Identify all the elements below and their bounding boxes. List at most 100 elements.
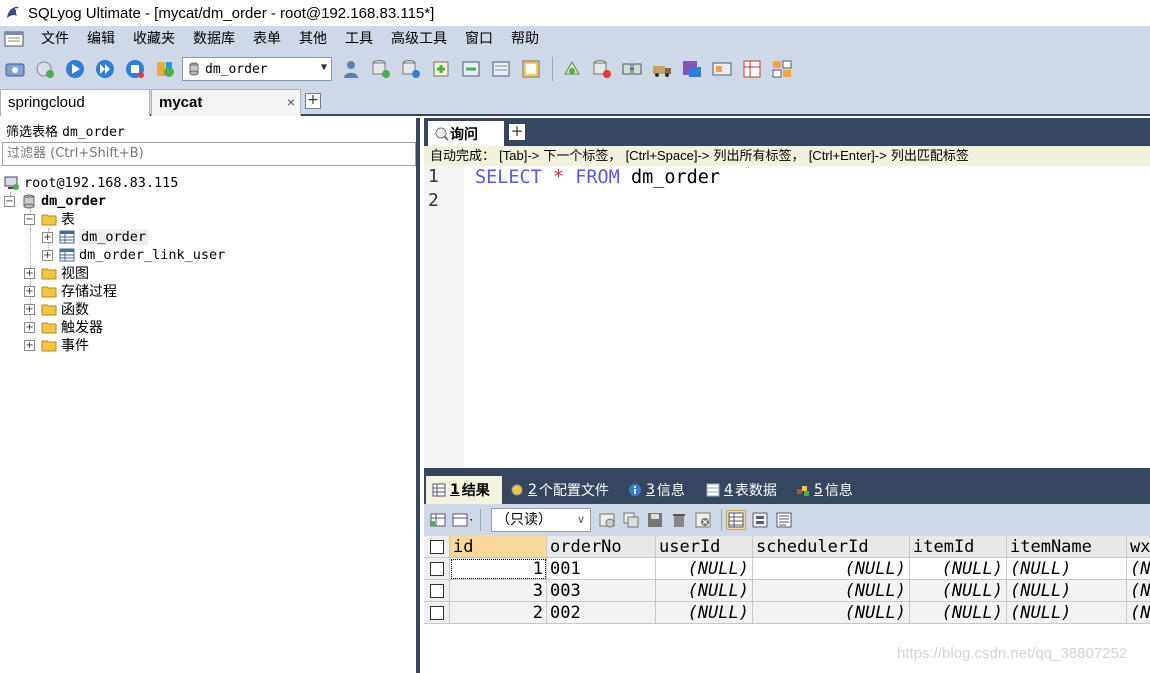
expand-icon[interactable]: + <box>24 339 35 351</box>
schema-sync-icon[interactable] <box>559 56 585 82</box>
menu-advanced-tools[interactable]: 高级工具 <box>382 28 456 50</box>
tree-folder-functions[interactable]: + 函数 <box>24 300 89 318</box>
table-diagnostics-icon[interactable] <box>739 56 765 82</box>
tab-profile[interactable]: 2 个配置文件 <box>504 476 622 504</box>
tree-folder-tables[interactable]: − 表 <box>24 210 75 228</box>
insert-row-icon[interactable] <box>597 510 617 530</box>
backup-icon[interactable] <box>428 56 454 82</box>
row-checkbox[interactable] <box>424 558 450 580</box>
schema-designer-icon[interactable] <box>709 56 735 82</box>
cell-orderno[interactable]: 003 <box>547 580 656 602</box>
execute-query-icon[interactable] <box>62 56 88 82</box>
read-only-selector[interactable]: （只读） ∨ <box>491 508 591 532</box>
result-view-menu-icon[interactable] <box>452 510 472 530</box>
column-header[interactable]: schedulerId <box>753 536 910 558</box>
cell-userid[interactable]: (NULL) <box>656 580 753 602</box>
cell-itemname[interactable]: (NULL) <box>1007 558 1127 580</box>
cell-itemname[interactable]: (NULL) <box>1007 602 1127 624</box>
cell-itemid[interactable]: (NULL) <box>910 602 1007 624</box>
data-grid-icon[interactable] <box>769 56 795 82</box>
tab-table-data[interactable]: 4 表数据 <box>700 476 790 504</box>
connection-manager-icon[interactable] <box>2 56 28 82</box>
create-database-icon[interactable] <box>368 56 394 82</box>
cell-itemname[interactable]: (NULL) <box>1007 580 1127 602</box>
cell-userid[interactable]: (NULL) <box>656 602 753 624</box>
add-query-tab-button[interactable]: + <box>509 124 525 140</box>
export-icon[interactable] <box>488 56 514 82</box>
duplicate-row-icon[interactable] <box>621 510 641 530</box>
cell-userid[interactable]: (NULL) <box>656 558 753 580</box>
select-all-checkbox[interactable] <box>424 536 450 558</box>
collapse-icon[interactable]: − <box>4 195 15 207</box>
new-connection-icon[interactable] <box>32 56 58 82</box>
tab-messages[interactable]: 3 信息 <box>622 476 700 504</box>
tree-folder-procedures[interactable]: + 存储过程 <box>24 282 117 300</box>
tree-folder-views[interactable]: + 视图 <box>24 264 89 282</box>
expand-icon[interactable]: + <box>24 321 35 333</box>
cell-schedulerid[interactable]: (NULL) <box>753 580 910 602</box>
cell-id[interactable]: 2 <box>450 602 547 624</box>
menu-window[interactable]: 窗口 <box>456 28 502 50</box>
query-builder-icon[interactable] <box>679 56 705 82</box>
menu-database[interactable]: 数据库 <box>184 28 244 50</box>
tree-table-dm-order-link-user[interactable]: + dm_order_link_user <box>42 246 225 264</box>
tab-result[interactable]: 1 结果 <box>426 476 502 504</box>
schedule-icon[interactable] <box>518 56 544 82</box>
menu-edit[interactable]: 编辑 <box>78 28 124 50</box>
row-checkbox[interactable] <box>424 602 450 624</box>
refresh-schema-icon[interactable] <box>152 56 178 82</box>
expand-icon[interactable]: + <box>42 249 53 261</box>
cell-id[interactable]: 1 <box>450 558 547 580</box>
execute-all-icon[interactable] <box>92 56 118 82</box>
expand-icon[interactable]: + <box>24 267 35 279</box>
tree-table-dm-order[interactable]: + dm_order <box>42 228 149 246</box>
cell-itemid[interactable]: (NULL) <box>910 580 1007 602</box>
menu-help[interactable]: 帮助 <box>502 28 548 50</box>
system-menu-icon[interactable] <box>2 29 26 49</box>
cell-wx[interactable]: (N <box>1127 558 1150 580</box>
tree-database[interactable]: − dm_order <box>4 192 106 210</box>
menu-file[interactable]: 文件 <box>32 28 78 50</box>
table-row[interactable]: 3 003 (NULL) (NULL) (NULL) (NULL) (N <box>424 580 1150 602</box>
tree-folder-triggers[interactable]: + 触发器 <box>24 318 103 336</box>
table-row[interactable]: 2 002 (NULL) (NULL) (NULL) (NULL) (N <box>424 602 1150 624</box>
column-header[interactable]: wx <box>1127 536 1150 558</box>
cancel-changes-icon[interactable] <box>693 510 713 530</box>
execute-edit-icon[interactable] <box>122 56 148 82</box>
row-checkbox[interactable] <box>424 580 450 602</box>
migration-icon[interactable] <box>649 56 675 82</box>
column-header[interactable]: orderNo <box>547 536 656 558</box>
tree-folder-events[interactable]: + 事件 <box>24 336 89 354</box>
database-selector[interactable]: dm_order ▼ <box>182 57 332 81</box>
column-header[interactable]: userId <box>656 536 753 558</box>
column-header[interactable]: itemId <box>910 536 1007 558</box>
menu-tools[interactable]: 工具 <box>336 28 382 50</box>
table-row[interactable]: 1 001 (NULL) (NULL) (NULL) (NULL) (N <box>424 558 1150 580</box>
expand-icon[interactable]: + <box>24 285 35 297</box>
column-header[interactable]: id <box>450 536 547 558</box>
menu-table[interactable]: 表单 <box>244 28 290 50</box>
cell-wx[interactable]: (N <box>1127 602 1150 624</box>
export-result-icon[interactable] <box>428 510 448 530</box>
tab-query[interactable]: 询问 <box>428 121 504 146</box>
menu-other[interactable]: 其他 <box>290 28 336 50</box>
tree-server[interactable]: root@192.168.83.115 <box>4 174 178 192</box>
expand-icon[interactable]: + <box>42 231 53 243</box>
delete-icon[interactable] <box>669 510 689 530</box>
cell-orderno[interactable]: 002 <box>547 602 656 624</box>
sql-editor[interactable]: 1 2 SELECT * FROM dm_order <box>424 166 1150 468</box>
cell-orderno[interactable]: 001 <box>547 558 656 580</box>
collapse-icon[interactable]: − <box>24 213 35 225</box>
text-view-icon[interactable] <box>774 510 794 530</box>
add-connection-tab-button[interactable]: + <box>305 93 321 109</box>
menu-favorites[interactable]: 收藏夹 <box>124 28 184 50</box>
cell-itemid[interactable]: (NULL) <box>910 558 1007 580</box>
cell-id[interactable]: 3 <box>450 580 547 602</box>
cell-schedulerid[interactable]: (NULL) <box>753 602 910 624</box>
filter-input[interactable]: 过滤器 (Ctrl+Shift+B) <box>2 142 416 166</box>
tab-mycat[interactable]: mycat × <box>151 89 301 116</box>
copy-database-icon[interactable] <box>619 56 645 82</box>
create-table-icon[interactable] <box>398 56 424 82</box>
close-icon[interactable]: × <box>287 90 295 115</box>
user-manager-icon[interactable] <box>338 56 364 82</box>
